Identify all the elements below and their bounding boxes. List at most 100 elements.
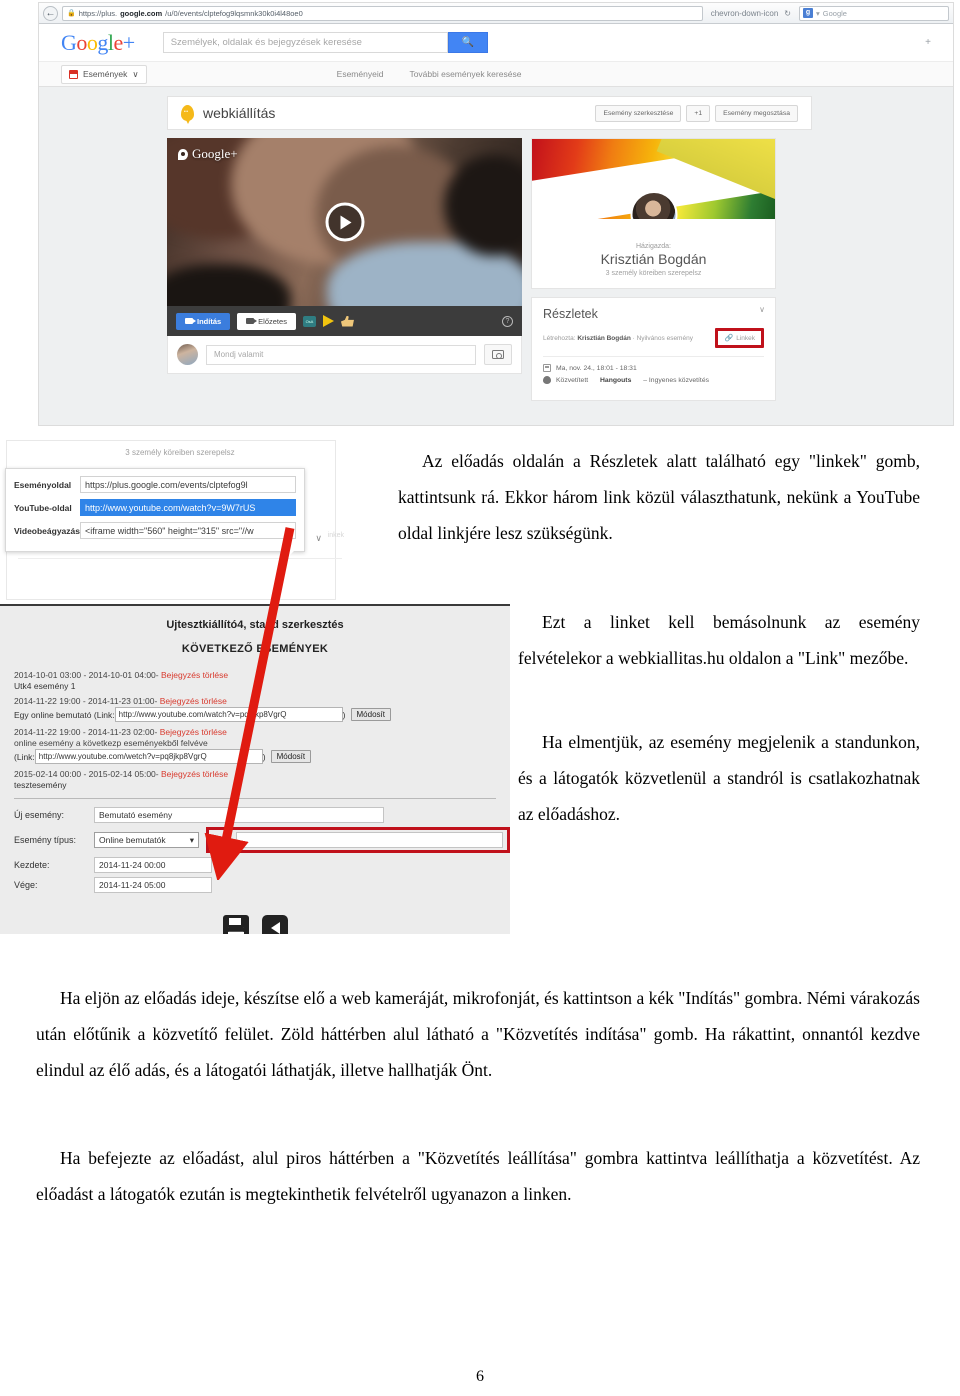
preview-camera-icon: [246, 318, 258, 324]
nav-links: Eseményeid További események keresése: [337, 69, 522, 79]
edit-event-button[interactable]: Esemény szerkesztése: [595, 104, 682, 122]
form-divider: [14, 798, 496, 799]
google-plus-logo[interactable]: Google+: [61, 30, 135, 56]
video-player[interactable]: Google+: [167, 138, 522, 306]
links-ghost-text: inkek: [327, 532, 344, 539]
modify-button[interactable]: Módosít: [270, 750, 312, 763]
links-button-label: Linkek: [736, 334, 755, 342]
plus-one-button[interactable]: +1: [686, 104, 711, 122]
links-popup: Eseményoldal https://plus.google.com/eve…: [5, 468, 322, 558]
search-placeholder: Google: [822, 8, 847, 18]
start-input[interactable]: 2014-11-24 00:00: [94, 857, 212, 873]
back-arrow-icon[interactable]: ←: [43, 5, 58, 21]
video-watermark: Google+: [178, 146, 238, 162]
event-body: Google+ Indítás Előzetes OsA ? Mondj val…: [167, 138, 953, 401]
gplus-header: Google+ Személyek, oldalak és bejegyzése…: [39, 24, 953, 61]
link-input[interactable]: [236, 832, 503, 848]
modify-button[interactable]: Módosít: [350, 708, 391, 721]
preview-button[interactable]: Előzetes: [237, 312, 296, 330]
location-pin-icon: [543, 376, 551, 384]
nav-link-your-events[interactable]: Eseményeid: [337, 69, 384, 79]
address-bar[interactable]: 🔒 https://plus. google.com/u/0/events/clp…: [62, 5, 703, 21]
chat-bubble-icon[interactable]: [302, 315, 316, 327]
event-visibility: Nyilvános esemény: [636, 334, 693, 342]
event-date: 2014-11-22 19:00 - 2014-11-23 01:00-: [14, 696, 158, 706]
details-place-row: Közvetített Hangouts – Ingyenes közvetít…: [543, 376, 764, 384]
play-button-icon[interactable]: [325, 202, 364, 242]
url-domain: google.com: [120, 8, 163, 18]
new-event-input[interactable]: Bemutató esemény: [94, 807, 384, 823]
event-link-input[interactable]: http://www.youtube.com/wetch?v=pq8jkp8Vg…: [34, 749, 263, 764]
links-button[interactable]: 🔗 Linkek: [715, 328, 764, 348]
link-field-highlight: Link:: [206, 827, 510, 853]
save-disk-icon[interactable]: [222, 915, 249, 934]
hand-wave-icon[interactable]: [340, 315, 354, 327]
details-divider-context: [18, 558, 342, 559]
embed-label: Videobeágyazás: [14, 525, 80, 536]
host-avatar[interactable]: [630, 191, 677, 219]
event-desc-prefix: (Link:: [14, 751, 35, 762]
gplus-search[interactable]: Személyek, oldalak és bejegyzések keresé…: [162, 32, 488, 53]
camera-icon[interactable]: [484, 344, 512, 365]
list-item: 2015-02-14 00:00 - 2015-02-14 05:00- Bej…: [14, 769, 510, 790]
event-desc-prefix: Egy online bemutató (Link:: [14, 709, 115, 720]
event-page-label: Eseményoldal: [14, 479, 72, 490]
share-event-button[interactable]: Esemény megosztása: [715, 104, 798, 122]
search-input[interactable]: Személyek, oldalak és bejegyzések keresé…: [162, 32, 448, 53]
event-title: webkiállítás: [203, 105, 276, 121]
comment-input[interactable]: Mondj valamit: [206, 344, 476, 365]
end-input[interactable]: 2014-11-24 05:00: [94, 877, 212, 893]
host-name[interactable]: Krisztián Bogdán: [532, 251, 775, 267]
start-button-label: Indítás: [197, 316, 222, 326]
delete-event-link[interactable]: Bejegyzés törlése: [161, 769, 228, 779]
gplus-event-screenshot: ← 🔒 https://plus. google.com/u/0/events/c…: [38, 2, 954, 426]
event-desc-suffix: ): [342, 709, 346, 720]
event-description: online esemény a következp eseményekből …: [14, 738, 208, 748]
nav-link-find-events[interactable]: További események keresése: [409, 69, 521, 79]
search-engine-badge[interactable]: g: [803, 8, 813, 18]
form-actions: [0, 915, 510, 934]
events-dropdown[interactable]: Események ∨: [61, 64, 147, 84]
host-info: Házigazda: Krisztián Bogdán 3 személy kö…: [532, 219, 775, 288]
event-type-select[interactable]: Online bemutatók ▾: [94, 832, 199, 848]
delete-event-link[interactable]: Bejegyzés törlése: [161, 670, 228, 680]
start-broadcast-button[interactable]: Indítás: [176, 312, 231, 330]
details-place-post: – Ingyenes közvetítés: [643, 376, 709, 384]
reload-icon[interactable]: ↻: [784, 9, 791, 18]
video-watermark-label: Google+: [192, 146, 238, 161]
paragraph-1: Az előadás oldalán a Részletek alatt tal…: [398, 451, 920, 543]
side-column: Házigazda: Krisztián Bogdán 3 személy kö…: [531, 138, 776, 401]
host-circles: 3 személy köreiben szerepelsz: [605, 270, 702, 277]
search-icon[interactable]: 🔍: [447, 32, 488, 53]
header-plus-label: +: [925, 37, 931, 48]
chevron-down-icon[interactable]: ∨: [315, 533, 322, 544]
back-arrow-icon[interactable]: [261, 915, 288, 934]
form-row-new-event: Új esemény: Bemutató esemény: [14, 807, 510, 823]
event-date: 2014-10-01 03:00 - 2014-10-01 04:00-: [14, 670, 159, 680]
help-icon[interactable]: ?: [502, 315, 513, 327]
event-date-row: 2014-11-22 19:00 - 2014-11-23 01:00- Bej…: [14, 696, 510, 706]
chevron-down-icon[interactable]: chevron-down-icon: [711, 9, 779, 18]
chevron-down-icon[interactable]: ∨: [759, 305, 765, 314]
embed-input[interactable]: <iframe width="560" height="315" src="//…: [80, 522, 296, 539]
paragraph-2: Ezt a linket kell bemásolnunk az esemény…: [518, 612, 920, 668]
event-link-input[interactable]: http://www.youtube.com/watch?v=pq8jkp8Vg…: [114, 707, 343, 722]
paragraph-3: Ha elmentjük, az esemény megjelenik a st…: [518, 732, 920, 824]
url-path: /u/0/events/clptefog9lqsmnk30k0i4l48oe0: [165, 8, 303, 18]
browser-search-box[interactable]: g ▾ Google: [799, 5, 949, 21]
play-triangle-icon[interactable]: [322, 315, 334, 327]
youtube-page-input[interactable]: http://www.youtube.com/watch?v=9W7rUS: [80, 499, 296, 516]
details-place-pre: Közvetített: [556, 376, 589, 384]
new-event-label: Új esemény:: [14, 810, 65, 820]
delete-event-link[interactable]: Bejegyzés törlése: [160, 696, 227, 706]
event-description: Utk4 esemény 1: [14, 681, 76, 691]
created-by-name[interactable]: Krisztián Bogdán: [577, 335, 630, 342]
meta-separator: ·: [632, 334, 635, 342]
event-desc-suffix: ): [262, 751, 266, 762]
chevron-down-icon[interactable]: ▾: [816, 9, 820, 18]
event-page-input[interactable]: https://plus.google.com/events/clptefog9…: [80, 476, 296, 493]
details-title: Részletek: [543, 307, 598, 321]
delete-event-link[interactable]: Bejegyzés törlése: [160, 727, 227, 737]
event-header-card: •• webkiállítás Esemény szerkesztése +1 …: [167, 96, 812, 130]
calendar-icon: [543, 364, 551, 372]
